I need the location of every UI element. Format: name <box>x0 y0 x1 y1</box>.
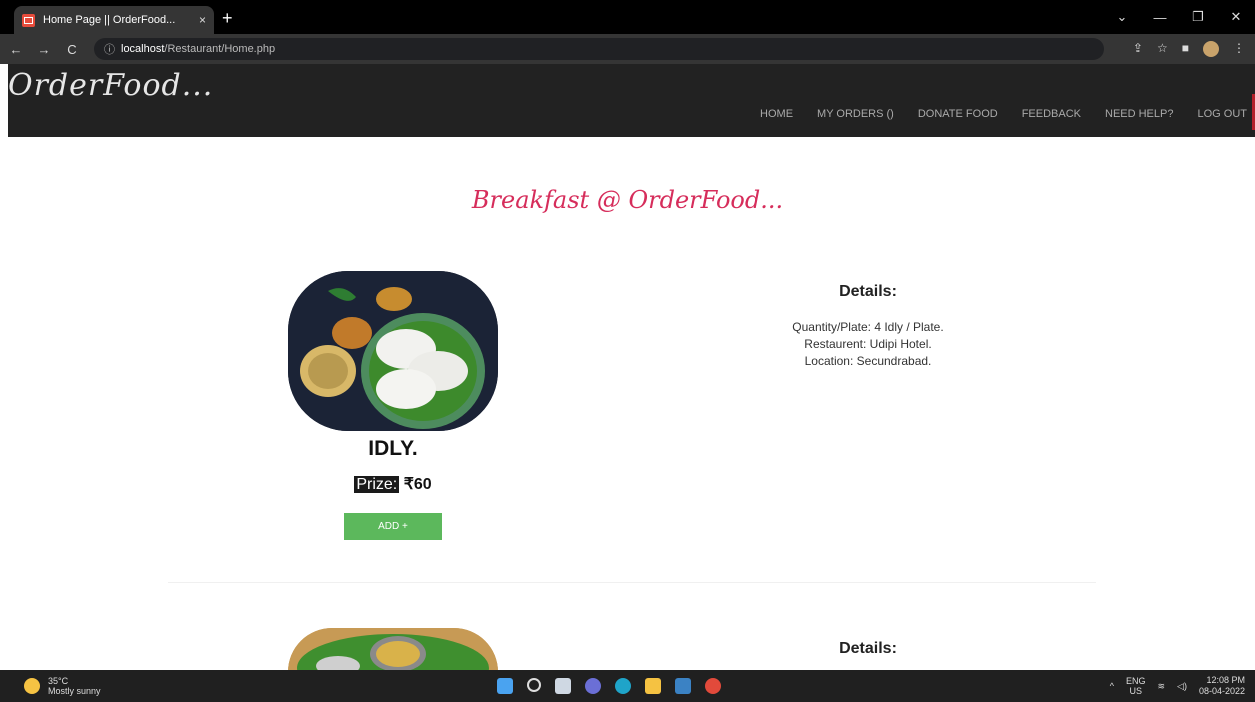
system-tray: ^ ENG US ≋ ◁) 12:08 PM 08-04-2022 <box>1110 675 1245 697</box>
clock-time: 12:08 PM <box>1206 675 1245 685</box>
site-header: OrderFood... HOME MY ORDERS () DONATE FO… <box>8 64 1255 137</box>
close-window-button[interactable]: ✕ <box>1217 9 1255 25</box>
main-nav: HOME MY ORDERS () DONATE FOOD FEEDBACK N… <box>760 108 1247 120</box>
second-dish-illustration <box>288 628 498 672</box>
tab-title: Home Page || OrderFood... <box>43 14 176 26</box>
windows-start-icon[interactable] <box>497 678 513 694</box>
site-logo[interactable]: OrderFood... <box>8 68 213 103</box>
lang-region: US <box>1129 686 1142 696</box>
weather-temp: 35°C <box>48 676 69 686</box>
dish-details: Details: Quantity/Plate: 4 Idly / Plate.… <box>752 283 984 370</box>
window-controls: ⌄ — ❐ ✕ <box>1103 0 1255 34</box>
taskbar-apps <box>497 678 721 694</box>
dish-image-idly <box>288 271 498 431</box>
mail-icon[interactable] <box>675 678 691 694</box>
browser-toolbar: ← → C ⓘ localhost/Restaurant/Home.php ⇪ … <box>0 34 1255 64</box>
details-title: Details: <box>839 283 897 300</box>
volume-icon[interactable]: ◁) <box>1177 681 1187 692</box>
nav-donate-food[interactable]: DONATE FOOD <box>918 108 998 120</box>
bookmark-star-icon[interactable]: ☆ <box>1157 41 1168 57</box>
lang-code: ENG <box>1125 676 1146 686</box>
details-title: Details: <box>839 640 897 657</box>
address-bar[interactable]: ⓘ localhost/Restaurant/Home.php <box>94 38 1104 60</box>
share-icon[interactable]: ⇪ <box>1133 41 1143 57</box>
sun-icon <box>24 678 40 694</box>
url-path: /Restaurant/Home.php <box>164 43 276 55</box>
profile-avatar[interactable] <box>1203 41 1219 57</box>
back-arrow-icon[interactable]: ← <box>4 42 28 57</box>
url-host: localhost <box>121 43 165 55</box>
chevron-up-icon[interactable]: ^ <box>1110 681 1114 691</box>
tab-search-icon[interactable]: ⌄ <box>1103 9 1141 25</box>
new-tab-button[interactable]: + <box>222 8 233 29</box>
chat-icon[interactable] <box>585 678 601 694</box>
details-restaurant: Restaurent: Udipi Hotel. <box>804 337 932 351</box>
search-icon[interactable] <box>527 678 541 692</box>
site-info-icon[interactable]: ⓘ <box>104 41 115 57</box>
nav-log-out[interactable]: LOG OUT <box>1197 108 1247 120</box>
clock-date: 08-04-2022 <box>1198 686 1245 696</box>
nav-home[interactable]: HOME <box>760 108 793 120</box>
toolbar-actions: ⇪ ☆ ■ ⋮ <box>1133 41 1245 57</box>
tab-close-icon[interactable]: × <box>199 13 206 27</box>
clock[interactable]: 12:08 PM 08-04-2022 <box>1199 675 1245 697</box>
nav-my-orders[interactable]: MY ORDERS () <box>817 108 894 120</box>
nav-need-help[interactable]: NEED HELP? <box>1105 108 1173 120</box>
task-view-icon[interactable] <box>555 678 571 694</box>
menu-kebab-icon[interactable]: ⋮ <box>1233 41 1245 57</box>
price-value: ₹60 <box>403 476 432 493</box>
minimize-button[interactable]: — <box>1141 10 1179 25</box>
item-divider <box>168 582 1096 583</box>
price-label: Prize: <box>354 476 400 493</box>
file-explorer-icon[interactable] <box>645 678 661 694</box>
dish-image-second <box>288 628 498 672</box>
page-title: Breakfast @ OrderFood... <box>471 186 784 214</box>
reload-icon[interactable]: C <box>60 42 84 57</box>
details-quantity: Quantity/Plate: 4 Idly / Plate. <box>792 320 944 334</box>
restore-button[interactable]: ❐ <box>1179 9 1217 25</box>
details-location: Location: Secundrabad. <box>804 354 932 368</box>
os-taskbar: 35°C Mostly sunny ^ ENG US ≋ ◁) 12:08 PM… <box>0 670 1255 702</box>
forward-arrow-icon[interactable]: → <box>32 42 56 57</box>
dish-price: Prize: ₹60 <box>288 474 498 494</box>
add-to-cart-button[interactable]: ADD + <box>344 513 442 540</box>
browser-tab[interactable]: Home Page || OrderFood... × <box>14 6 214 34</box>
wifi-icon[interactable]: ≋ <box>1157 681 1165 692</box>
idly-plate-illustration <box>288 271 498 431</box>
nav-feedback[interactable]: FEEDBACK <box>1022 108 1081 120</box>
language-indicator[interactable]: ENG US <box>1126 676 1146 696</box>
weather-widget[interactable]: 35°C Mostly sunny <box>24 676 101 696</box>
browser-tabstrip: Home Page || OrderFood... × + ⌄ — ❐ ✕ <box>0 0 1255 34</box>
dish-name: IDLY. <box>368 437 418 460</box>
weather-desc: Mostly sunny <box>48 686 101 696</box>
chrome-icon[interactable] <box>705 678 721 694</box>
edge-icon[interactable] <box>615 678 631 694</box>
site-favicon-icon <box>22 13 35 27</box>
side-panel-icon[interactable]: ■ <box>1182 41 1189 57</box>
